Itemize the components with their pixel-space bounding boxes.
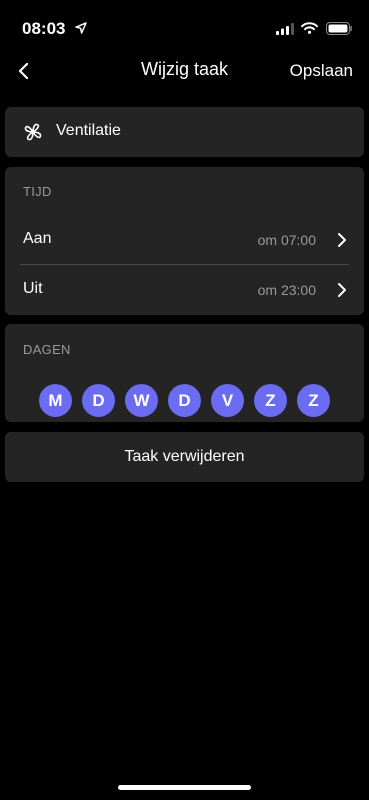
time-row-value: om 23:00	[257, 282, 316, 298]
chevron-left-icon	[18, 62, 29, 80]
chevron-right-icon	[338, 233, 346, 247]
battery-icon	[326, 22, 352, 35]
home-indicator[interactable]	[118, 785, 251, 790]
nav-bar: Wijzig taak Opslaan	[0, 52, 369, 90]
status-time: 08:03	[22, 19, 66, 38]
time-row-label: Uit	[23, 280, 43, 297]
time-section-label: TIJD	[23, 184, 52, 199]
fan-icon	[24, 123, 42, 141]
chevron-right-icon	[338, 283, 346, 297]
time-section: TIJD Aan om 07:00 Uit om 23:00	[5, 167, 364, 315]
days-row: M D W D V Z Z	[5, 384, 364, 417]
time-row-label: Aan	[23, 230, 52, 247]
location-arrow-icon	[75, 22, 87, 34]
back-button[interactable]	[10, 58, 36, 84]
save-button[interactable]: Opslaan	[290, 61, 353, 81]
day-toggle-friday[interactable]: V	[211, 384, 244, 417]
day-toggle-sunday[interactable]: Z	[297, 384, 330, 417]
status-bar: 08:03	[0, 0, 369, 52]
delete-task-button[interactable]: Taak verwijderen	[5, 432, 364, 482]
days-section: DAGEN M D W D V Z Z	[5, 324, 364, 422]
cellular-signal-icon	[276, 23, 294, 35]
device-label: Ventilatie	[56, 122, 121, 139]
day-toggle-thursday[interactable]: D	[168, 384, 201, 417]
day-toggle-saturday[interactable]: Z	[254, 384, 287, 417]
wifi-icon	[301, 22, 318, 34]
time-row-off[interactable]: Uit om 23:00	[5, 265, 364, 315]
days-section-label: DAGEN	[23, 342, 71, 357]
day-toggle-monday[interactable]: M	[39, 384, 72, 417]
day-toggle-wednesday[interactable]: W	[125, 384, 158, 417]
time-row-on[interactable]: Aan om 07:00	[5, 215, 364, 265]
time-row-value: om 07:00	[257, 232, 316, 248]
delete-task-label: Taak verwijderen	[124, 448, 245, 465]
device-card[interactable]: Ventilatie	[5, 107, 364, 157]
day-toggle-tuesday[interactable]: D	[82, 384, 115, 417]
